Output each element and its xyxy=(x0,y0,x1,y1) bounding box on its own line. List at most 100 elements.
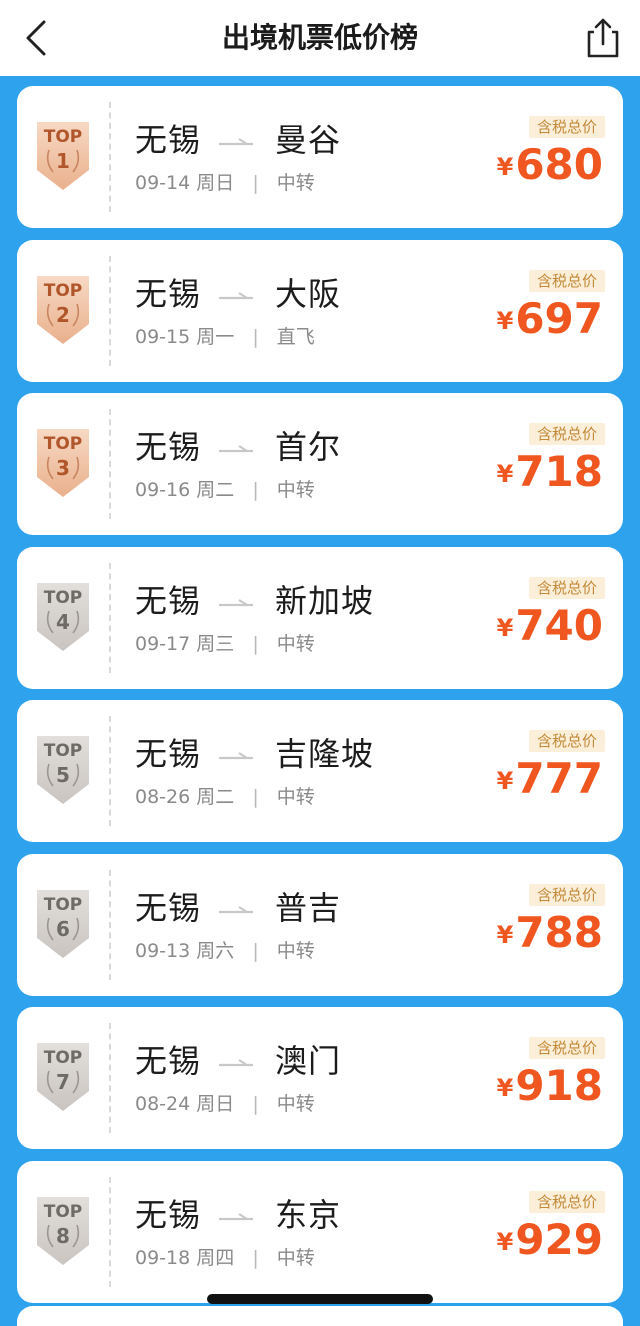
price: ¥918 xyxy=(497,1061,603,1111)
tax-included-label: 含税总价 xyxy=(528,1037,605,1059)
rank-number: 5 xyxy=(56,763,70,787)
flight-card[interactable]: TOP 2 无锡 大阪 09-15 周一 | 直飞 含税总价 ¥697 xyxy=(17,239,623,382)
price-amount: 777 xyxy=(515,754,603,803)
home-indicator xyxy=(207,1294,433,1304)
ranking-list: TOP 1 无锡 曼谷 09-14 周日 | 中转 含税总价 ¥680 TOP xyxy=(0,0,640,1316)
route-arrow-icon xyxy=(219,1059,253,1067)
flight-card[interactable]: TOP 5 无锡 吉隆坡 08-26 周二 | 中转 含税总价 ¥777 xyxy=(17,700,623,842)
flight-date: 08-26 xyxy=(135,786,191,808)
dashed-divider xyxy=(109,562,111,673)
price-amount: 918 xyxy=(515,1061,603,1110)
flight-card[interactable]: TOP 1 无锡 曼谷 09-14 周日 | 中转 含税总价 ¥680 xyxy=(17,86,623,228)
page-title: 出境机票低价榜 xyxy=(221,21,418,54)
origin-city: 无锡 xyxy=(135,1195,202,1234)
currency-symbol: ¥ xyxy=(496,1227,514,1256)
rank-badge-icon: TOP 8 xyxy=(37,1196,89,1265)
dashed-divider xyxy=(109,255,111,366)
destination-city: 普吉 xyxy=(275,888,342,927)
badge-label: TOP xyxy=(44,741,83,761)
rank-number: 3 xyxy=(56,456,70,480)
destination-city: 东京 xyxy=(275,1195,342,1234)
badge-label: TOP xyxy=(44,281,83,301)
price-amount: 697 xyxy=(515,293,603,343)
price-amount: 718 xyxy=(515,447,603,496)
destination-city: 曼谷 xyxy=(275,121,342,159)
currency-symbol: ¥ xyxy=(496,767,514,795)
destination-city: 吉隆坡 xyxy=(275,735,375,773)
destination-city: 新加坡 xyxy=(275,581,375,620)
price: ¥777 xyxy=(497,754,603,804)
origin-city: 无锡 xyxy=(135,274,202,313)
flight-weekday: 周日 xyxy=(196,1093,235,1115)
tax-included-label: 含税总价 xyxy=(528,730,605,752)
tax-included-label: 含税总价 xyxy=(528,883,605,906)
flight-date: 09-17 xyxy=(135,632,191,655)
rank-badge-icon: TOP 7 xyxy=(37,1043,89,1111)
flight-meta: 09-18 周四 | 中转 xyxy=(135,1245,315,1271)
rank-badge-icon: TOP 6 xyxy=(37,889,89,958)
price-amount: 929 xyxy=(515,1214,603,1264)
origin-city: 无锡 xyxy=(135,428,202,466)
price: ¥718 xyxy=(497,447,603,497)
meta-separator: | xyxy=(252,325,259,348)
currency-symbol: ¥ xyxy=(496,920,514,949)
tax-included-label: 含税总价 xyxy=(528,423,605,445)
rank-number: 6 xyxy=(56,917,70,941)
price: ¥788 xyxy=(497,908,603,958)
flight-weekday: 周六 xyxy=(196,939,235,962)
flight-type: 中转 xyxy=(276,1093,315,1115)
flight-meta: 09-14 周日 | 中转 xyxy=(135,170,315,196)
flight-meta: 09-15 周一 | 直飞 xyxy=(135,324,315,350)
route-arrow-icon xyxy=(219,1212,253,1220)
rank-number: 2 xyxy=(56,303,70,327)
rank-number: 7 xyxy=(56,1070,70,1094)
tax-included-label: 含税总价 xyxy=(528,1190,605,1213)
currency-symbol: ¥ xyxy=(496,613,514,642)
rank-badge-icon: TOP 5 xyxy=(37,736,89,804)
destination-city: 澳门 xyxy=(275,1042,342,1080)
tax-included-label: 含税总价 xyxy=(528,116,605,138)
meta-separator: | xyxy=(252,1246,259,1269)
flight-weekday: 周二 xyxy=(196,786,235,808)
meta-separator: | xyxy=(252,786,259,808)
flight-date: 09-13 xyxy=(135,939,191,962)
origin-city: 无锡 xyxy=(135,1042,202,1080)
flight-meta: 08-26 周二 | 中转 xyxy=(135,784,315,810)
flight-weekday: 周二 xyxy=(196,479,235,501)
flight-meta: 09-17 周三 | 中转 xyxy=(135,631,315,657)
route-arrow-icon xyxy=(219,445,253,453)
origin-city: 无锡 xyxy=(135,888,202,927)
top-bar: 出境机票低价榜 xyxy=(0,0,640,76)
flight-card[interactable]: TOP 8 无锡 东京 09-18 周四 | 中转 含税总价 ¥929 xyxy=(17,1160,623,1303)
rank-badge-icon: TOP 2 xyxy=(37,275,89,344)
flight-weekday: 周一 xyxy=(196,325,235,348)
flight-card[interactable]: TOP 3 无锡 首尔 09-16 周二 | 中转 含税总价 ¥718 xyxy=(17,393,623,535)
flight-card[interactable]: TOP 7 无锡 澳门 08-24 周日 | 中转 含税总价 ¥918 xyxy=(17,1007,623,1149)
dashed-divider xyxy=(109,1023,111,1133)
flight-date: 09-14 xyxy=(135,172,191,194)
share-icon[interactable] xyxy=(582,16,624,60)
next-card-peek xyxy=(17,1306,623,1326)
price-amount: 740 xyxy=(515,600,603,650)
route-arrow-icon xyxy=(219,291,253,299)
flight-type: 中转 xyxy=(276,632,315,655)
price: ¥680 xyxy=(497,140,603,190)
flight-card[interactable]: TOP 4 无锡 新加坡 09-17 周三 | 中转 含税总价 ¥740 xyxy=(17,546,623,689)
price-amount: 680 xyxy=(515,140,603,189)
dashed-divider xyxy=(109,1176,111,1287)
flight-weekday: 周日 xyxy=(196,172,235,194)
meta-separator: | xyxy=(252,1093,259,1115)
rank-number: 4 xyxy=(56,610,70,634)
destination-city: 大阪 xyxy=(275,274,342,313)
flight-card[interactable]: TOP 6 无锡 普吉 09-13 周六 | 中转 含税总价 ¥788 xyxy=(17,853,623,996)
flight-type: 直飞 xyxy=(276,325,315,348)
badge-label: TOP xyxy=(44,127,83,147)
dashed-divider xyxy=(109,102,111,212)
price: ¥740 xyxy=(497,601,603,651)
route-arrow-icon xyxy=(219,905,253,913)
chevron-left-icon[interactable] xyxy=(18,18,58,58)
flight-meta: 09-13 周六 | 中转 xyxy=(135,938,315,964)
dashed-divider xyxy=(109,869,111,980)
flight-weekday: 周四 xyxy=(196,1246,235,1269)
rank-badge-icon: TOP 3 xyxy=(37,429,89,497)
